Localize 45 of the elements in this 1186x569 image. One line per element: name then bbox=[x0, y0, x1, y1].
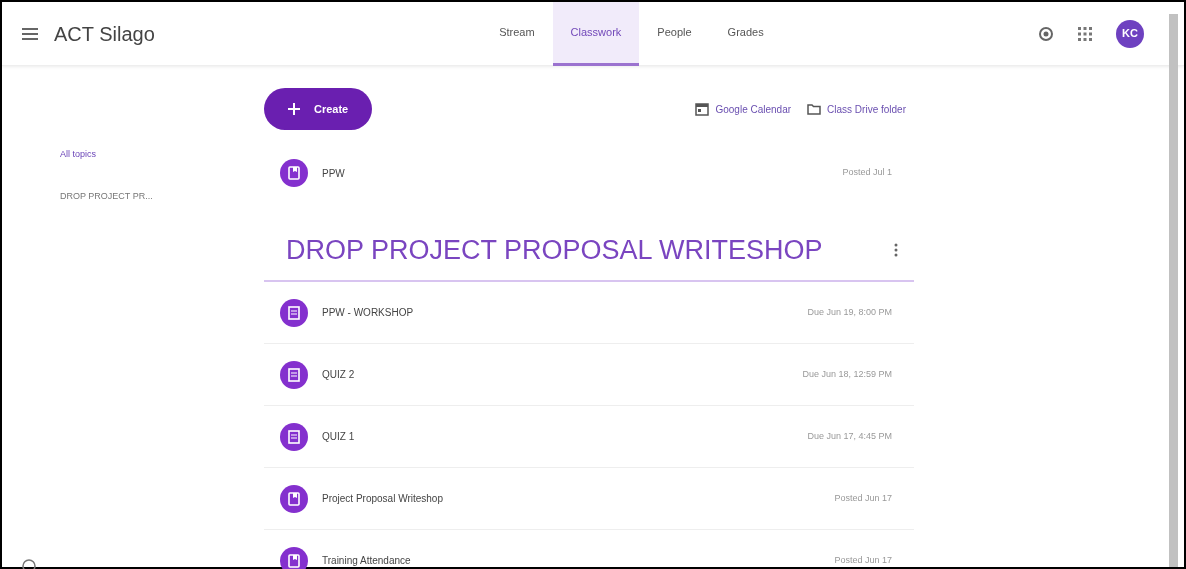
item-title: Training Attendance bbox=[322, 554, 412, 569]
tab[interactable]: Stream bbox=[481, 1, 553, 66]
calendar-icon bbox=[695, 102, 710, 116]
calendar-link[interactable]: Google Calendar bbox=[695, 101, 792, 117]
list-row[interactable]: QUIZ 2 Due Jun 18, 12:59 PM bbox=[264, 344, 914, 407]
item-title: PPW - WORKSHOP bbox=[322, 306, 415, 321]
menu-icon[interactable] bbox=[22, 27, 38, 40]
material-icon bbox=[280, 546, 308, 569]
item-date: Due Jun 17, 4:45 PM bbox=[807, 430, 892, 444]
avatar[interactable]: KC bbox=[1116, 19, 1144, 48]
list-row[interactable]: PPW Posted Jul 1 bbox=[264, 142, 914, 204]
tab[interactable]: Grades bbox=[709, 1, 782, 66]
apps-icon[interactable] bbox=[1078, 26, 1092, 41]
item-date: Due Jun 18, 12:59 PM bbox=[802, 368, 892, 382]
item-title: Project Proposal Writeshop bbox=[322, 492, 444, 507]
item-date: Posted Jun 17 bbox=[834, 554, 892, 568]
assignment-icon bbox=[280, 422, 308, 451]
material-icon bbox=[280, 484, 308, 513]
settings-icon[interactable] bbox=[1038, 25, 1054, 42]
help-icon[interactable] bbox=[22, 559, 36, 569]
topic-heading: DROP PROJECT PROPOSAL WRITESHOP bbox=[286, 234, 823, 267]
drive-folder-link[interactable]: Class Drive folder bbox=[807, 101, 906, 117]
topic-link[interactable]: DROP PROJECT PR... bbox=[60, 189, 153, 203]
tab[interactable]: People bbox=[639, 1, 710, 66]
class-name: ACT Silago bbox=[54, 21, 155, 47]
scrollbar[interactable] bbox=[1169, 14, 1178, 567]
topic-link[interactable]: All topics bbox=[60, 148, 96, 162]
material-icon bbox=[280, 159, 308, 187]
list-row[interactable]: QUIZ 1 Due Jun 17, 4:45 PM bbox=[264, 406, 914, 469]
item-title: QUIZ 1 bbox=[322, 430, 356, 445]
list-row[interactable]: Project Proposal Writeshop Posted Jun 17 bbox=[264, 468, 914, 531]
item-date: Due Jun 19, 8:00 PM bbox=[807, 306, 892, 320]
list-row[interactable]: PPW - WORKSHOP Due Jun 19, 8:00 PM bbox=[264, 282, 914, 345]
plus-icon bbox=[288, 103, 300, 115]
list-row[interactable]: Training Attendance Posted Jun 17 bbox=[264, 530, 914, 569]
more-icon[interactable] bbox=[894, 243, 898, 258]
folder-icon bbox=[807, 102, 822, 116]
item-title: PPW bbox=[322, 166, 346, 181]
item-title: QUIZ 2 bbox=[322, 368, 356, 383]
item-date: Posted Jun 17 bbox=[834, 492, 892, 506]
tab[interactable]: Classwork bbox=[552, 1, 640, 66]
item-date: Posted Jul 1 bbox=[842, 166, 892, 180]
create-button[interactable]: Create bbox=[264, 88, 373, 130]
assignment-icon bbox=[280, 360, 308, 389]
assignment-icon bbox=[280, 298, 308, 327]
